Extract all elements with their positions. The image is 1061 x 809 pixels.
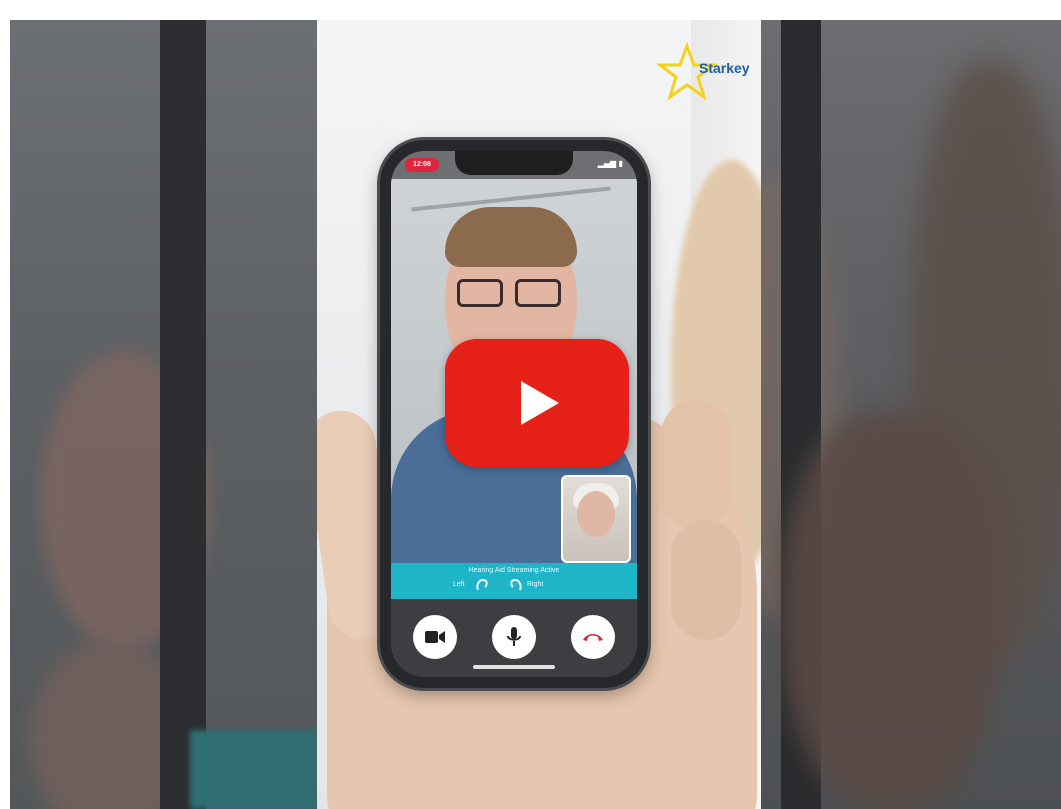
end-call-button[interactable] [571, 615, 615, 659]
blurred-background-left [10, 20, 318, 809]
right-hearing-aid-icon [510, 579, 522, 591]
status-time: 12:08 [405, 158, 439, 172]
microphone-icon [507, 627, 521, 646]
blurred-background-right [761, 20, 1061, 809]
brand-name: Starkey [699, 60, 750, 76]
play-icon [521, 381, 559, 425]
camera-button[interactable] [413, 615, 457, 659]
streaming-title: Hearing Aid Streaming Active [468, 567, 560, 574]
play-button[interactable] [445, 339, 629, 467]
home-indicator [473, 665, 555, 669]
end-call-icon [583, 634, 603, 641]
starkey-logo: Starkey [657, 38, 757, 108]
self-view-thumbnail [561, 475, 631, 563]
streaming-banner: Hearing Aid Streaming Active Left Right [391, 563, 637, 599]
left-aid-label: Left [453, 581, 465, 588]
signal-battery-icon: ▂▄▆ ▮ [597, 159, 623, 168]
camera-icon [425, 631, 445, 643]
left-hearing-aid-icon [476, 579, 488, 591]
right-aid-label: Right [527, 581, 544, 588]
microphone-button[interactable] [492, 615, 536, 659]
